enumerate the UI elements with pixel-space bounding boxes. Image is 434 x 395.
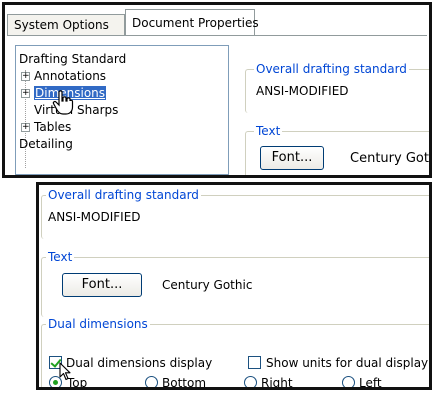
drafting-standard-group-bottom: Overall drafting standard ANSI-MODIFIED <box>41 188 429 239</box>
font-name-bottom: Century Gothic <box>162 278 253 292</box>
expand-annotations-icon[interactable]: + <box>21 72 30 81</box>
drafting-standard-value-bottom: ANSI-MODIFIED <box>48 210 141 224</box>
tree-item-annotations[interactable]: Annotations <box>34 68 106 84</box>
radio-right[interactable] <box>244 376 257 387</box>
expand-dimensions-icon[interactable]: + <box>21 89 30 98</box>
drafting-standard-value: ANSI-MODIFIED <box>256 84 349 98</box>
tree-item-tables[interactable]: Tables <box>34 119 71 135</box>
radio-left-label[interactable]: Left <box>359 376 382 387</box>
dual-dimensions-group-label: Dual dimensions <box>46 317 150 331</box>
expand-tables-icon[interactable]: + <box>21 123 30 132</box>
text-group-label-bottom: Text <box>46 250 75 264</box>
drafting-standard-group: Overall drafting standard ANSI-MODIFIED <box>245 62 429 113</box>
document-properties-panel: System Options Document Properties Draft… <box>2 2 432 178</box>
radio-bottom[interactable] <box>145 376 158 387</box>
text-group: Text Font... Century Gothic <box>245 124 429 175</box>
text-group-label: Text <box>254 124 283 138</box>
options-tree[interactable]: Drafting Standard + Annotations + Dimens… <box>15 45 229 175</box>
drafting-standard-group-label-bottom: Overall drafting standard <box>46 188 201 202</box>
font-name: Century Gothic <box>350 151 429 166</box>
dimensions-options-panel: Overall drafting standard ANSI-MODIFIED … <box>36 182 432 390</box>
dual-dimensions-group: Dual dimensions Dual dimensions display … <box>41 317 429 387</box>
tree-item-detailing[interactable]: Detailing <box>19 136 73 152</box>
tab-system-options[interactable]: System Options <box>7 14 125 35</box>
tree-connector-line <box>25 70 26 168</box>
tab-document-properties[interactable]: Document Properties <box>125 9 259 36</box>
drafting-standard-group-label: Overall drafting standard <box>254 62 409 76</box>
show-units-checkbox[interactable] <box>248 356 261 369</box>
tree-item-drafting-standard[interactable]: Drafting Standard <box>19 51 126 67</box>
font-button-bottom[interactable]: Font... <box>62 273 142 297</box>
radio-right-label[interactable]: Right <box>261 376 293 387</box>
text-group-bottom: Text Font... Century Gothic <box>41 250 429 317</box>
tab-divider <box>7 35 427 36</box>
hand-pointer-icon <box>52 90 74 115</box>
radio-left[interactable] <box>342 376 355 387</box>
radio-bottom-label[interactable]: Bottom <box>162 376 206 387</box>
dual-dimensions-display-label[interactable]: Dual dimensions display <box>66 356 212 370</box>
show-units-label[interactable]: Show units for dual display <box>266 356 428 370</box>
font-button[interactable]: Font... <box>260 146 324 170</box>
tree-item-virtual-sharps[interactable]: Virtual Sharps <box>34 102 118 118</box>
arrow-cursor-icon <box>59 362 71 381</box>
